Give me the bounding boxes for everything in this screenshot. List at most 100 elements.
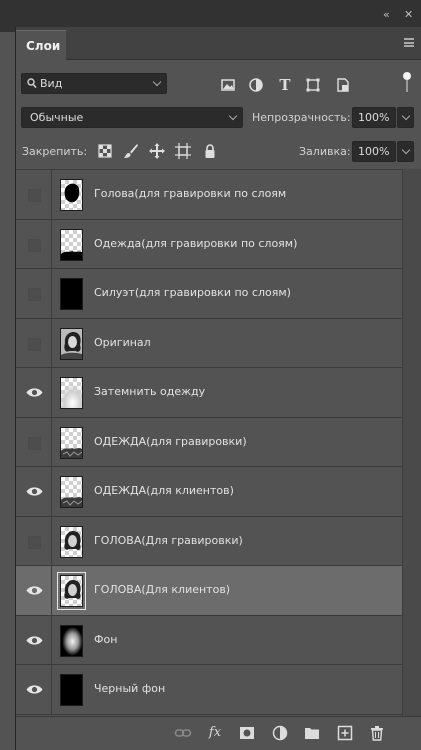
layer-name: ГОЛОВА(Для клиентов)	[94, 583, 231, 596]
visibility-toggle[interactable]	[16, 219, 52, 269]
chevron-down-icon	[152, 77, 162, 87]
layers-list: Голова(для гравировки по слоям Одежда(дл…	[16, 169, 402, 741]
layer-thumbnail	[57, 572, 86, 610]
filter-row: Вид T	[16, 71, 421, 97]
layer-row[interactable]: ОДЕЖДА(для гравировки)	[16, 417, 402, 467]
panel-menu-icon[interactable]	[404, 38, 414, 47]
layer-row[interactable]: ГОЛОВА(Для гравировки)	[16, 516, 402, 566]
visibility-toggle[interactable]	[16, 467, 52, 516]
lock-label: Закрепить:	[22, 145, 88, 158]
kind-filter-label: Вид	[40, 77, 63, 90]
blend-mode-value: Обычные	[30, 111, 84, 124]
visibility-toggle[interactable]	[16, 269, 52, 318]
visibility-off-box	[28, 337, 41, 351]
type-filter-icon[interactable]: T	[276, 76, 294, 94]
visibility-off-box	[28, 535, 41, 549]
fill-dropdown-button[interactable]	[397, 141, 414, 162]
layer-row[interactable]: ОДЕЖДА(для клиентов)	[16, 467, 402, 517]
layer-name: ГОЛОВА(Для гравировки)	[94, 533, 243, 547]
head-photo-icon	[64, 530, 81, 550]
layer-name: ОДЕЖДА(для гравировки)	[94, 434, 247, 448]
lock-position-icon[interactable]	[148, 142, 166, 160]
head-photo-icon	[64, 580, 81, 599]
add-mask-icon[interactable]	[238, 724, 256, 742]
layer-thumbnail	[60, 377, 83, 409]
eye-icon	[26, 635, 43, 645]
filter-toggle-icon[interactable]	[403, 72, 411, 94]
fill-label: Заливка:	[299, 145, 351, 158]
visibility-toggle[interactable]	[16, 566, 52, 615]
layers-scrollbar[interactable]	[402, 169, 421, 741]
visibility-toggle[interactable]	[16, 665, 52, 714]
new-group-icon[interactable]	[303, 724, 321, 742]
visibility-toggle[interactable]	[16, 170, 52, 219]
head-silhouette-icon	[64, 183, 80, 203]
layer-name: Фон	[94, 632, 118, 646]
glow-background-icon	[61, 625, 82, 656]
visibility-toggle[interactable]	[16, 417, 52, 467]
clothes-photo-icon	[61, 447, 82, 458]
adjustment-layer-icon[interactable]	[271, 724, 289, 742]
fx-icon[interactable]: fx	[206, 724, 224, 742]
portrait-photo-icon	[61, 328, 82, 359]
layer-name: Одежда(для гравировки по слоям)	[94, 236, 298, 250]
layer-thumbnail	[60, 476, 83, 508]
delete-layer-icon[interactable]	[368, 724, 386, 742]
fill-input[interactable]: 100%	[352, 141, 396, 162]
chevron-down-icon	[401, 145, 411, 155]
blend-row: Обычные Непрозрачность: 100%	[16, 105, 421, 131]
eye-icon	[26, 685, 43, 694]
panel-tab-strip: Слои	[16, 27, 421, 60]
layer-thumbnail	[60, 278, 83, 310]
shape-filter-icon[interactable]	[304, 76, 322, 94]
gradient-mask-icon	[61, 378, 82, 408]
visibility-toggle[interactable]	[16, 615, 52, 665]
adjustment-filter-icon[interactable]	[247, 76, 265, 94]
visibility-toggle[interactable]	[16, 516, 52, 566]
collapse-panels-icon[interactable]: «	[383, 9, 390, 21]
visibility-off-box	[28, 238, 41, 252]
new-layer-icon[interactable]	[336, 724, 354, 742]
layer-name: Голова(для гравировки по слоям	[94, 187, 287, 200]
tab-layers[interactable]: Слои	[16, 30, 66, 60]
layer-thumbnail	[60, 674, 83, 706]
chevron-down-icon	[228, 111, 238, 121]
lock-image-icon[interactable]	[122, 142, 140, 160]
layer-thumbnail	[60, 624, 83, 657]
fill-value: 100%	[358, 145, 390, 158]
layer-name: Затемнить одежду	[94, 385, 206, 398]
close-panel-icon[interactable]: ✕	[404, 9, 413, 21]
visibility-off-box	[28, 436, 41, 450]
link-layers-icon[interactable]	[174, 724, 192, 742]
lock-transparent-icon[interactable]	[96, 142, 114, 160]
visibility-toggle[interactable]	[16, 368, 52, 417]
eye-icon	[26, 388, 43, 397]
lock-all-icon[interactable]	[201, 142, 219, 160]
eye-icon	[26, 487, 43, 496]
opacity-value: 100%	[358, 111, 390, 124]
opacity-input[interactable]: 100%	[352, 107, 396, 128]
layer-row[interactable]: Голова(для гравировки по слоям	[16, 170, 402, 220]
layer-thumbnail	[60, 179, 83, 211]
smartobject-filter-icon[interactable]	[334, 76, 352, 94]
layer-name: Черный фон	[94, 682, 166, 695]
layer-row[interactable]: Одежда(для гравировки по слоям)	[16, 219, 402, 269]
layer-row[interactable]: Силуэт(для гравировки по слоям)	[16, 269, 402, 319]
lock-row: Закрепить: Заливка: 100%	[16, 139, 421, 165]
layer-row[interactable]: Черный фон	[16, 665, 402, 715]
layer-row[interactable]: Затемнить одежду	[16, 368, 402, 418]
opacity-dropdown-button[interactable]	[397, 107, 414, 128]
layer-row-selected[interactable]: ГОЛОВА(Для клиентов)	[16, 566, 402, 616]
blend-mode-select[interactable]: Обычные	[21, 107, 243, 128]
image-filter-icon[interactable]	[219, 76, 237, 94]
search-icon	[27, 78, 37, 89]
clothes-photo-icon	[61, 497, 82, 507]
layers-footer-toolbar: fx	[16, 716, 421, 750]
opacity-label: Непрозрачность:	[252, 111, 351, 124]
kind-filter-select[interactable]: Вид	[21, 73, 167, 94]
layer-row[interactable]: Оригинал	[16, 318, 402, 368]
layer-thumbnail	[60, 426, 83, 459]
layer-row[interactable]: Фон	[16, 615, 402, 665]
visibility-toggle[interactable]	[16, 318, 52, 368]
lock-artboard-icon[interactable]	[174, 142, 192, 160]
